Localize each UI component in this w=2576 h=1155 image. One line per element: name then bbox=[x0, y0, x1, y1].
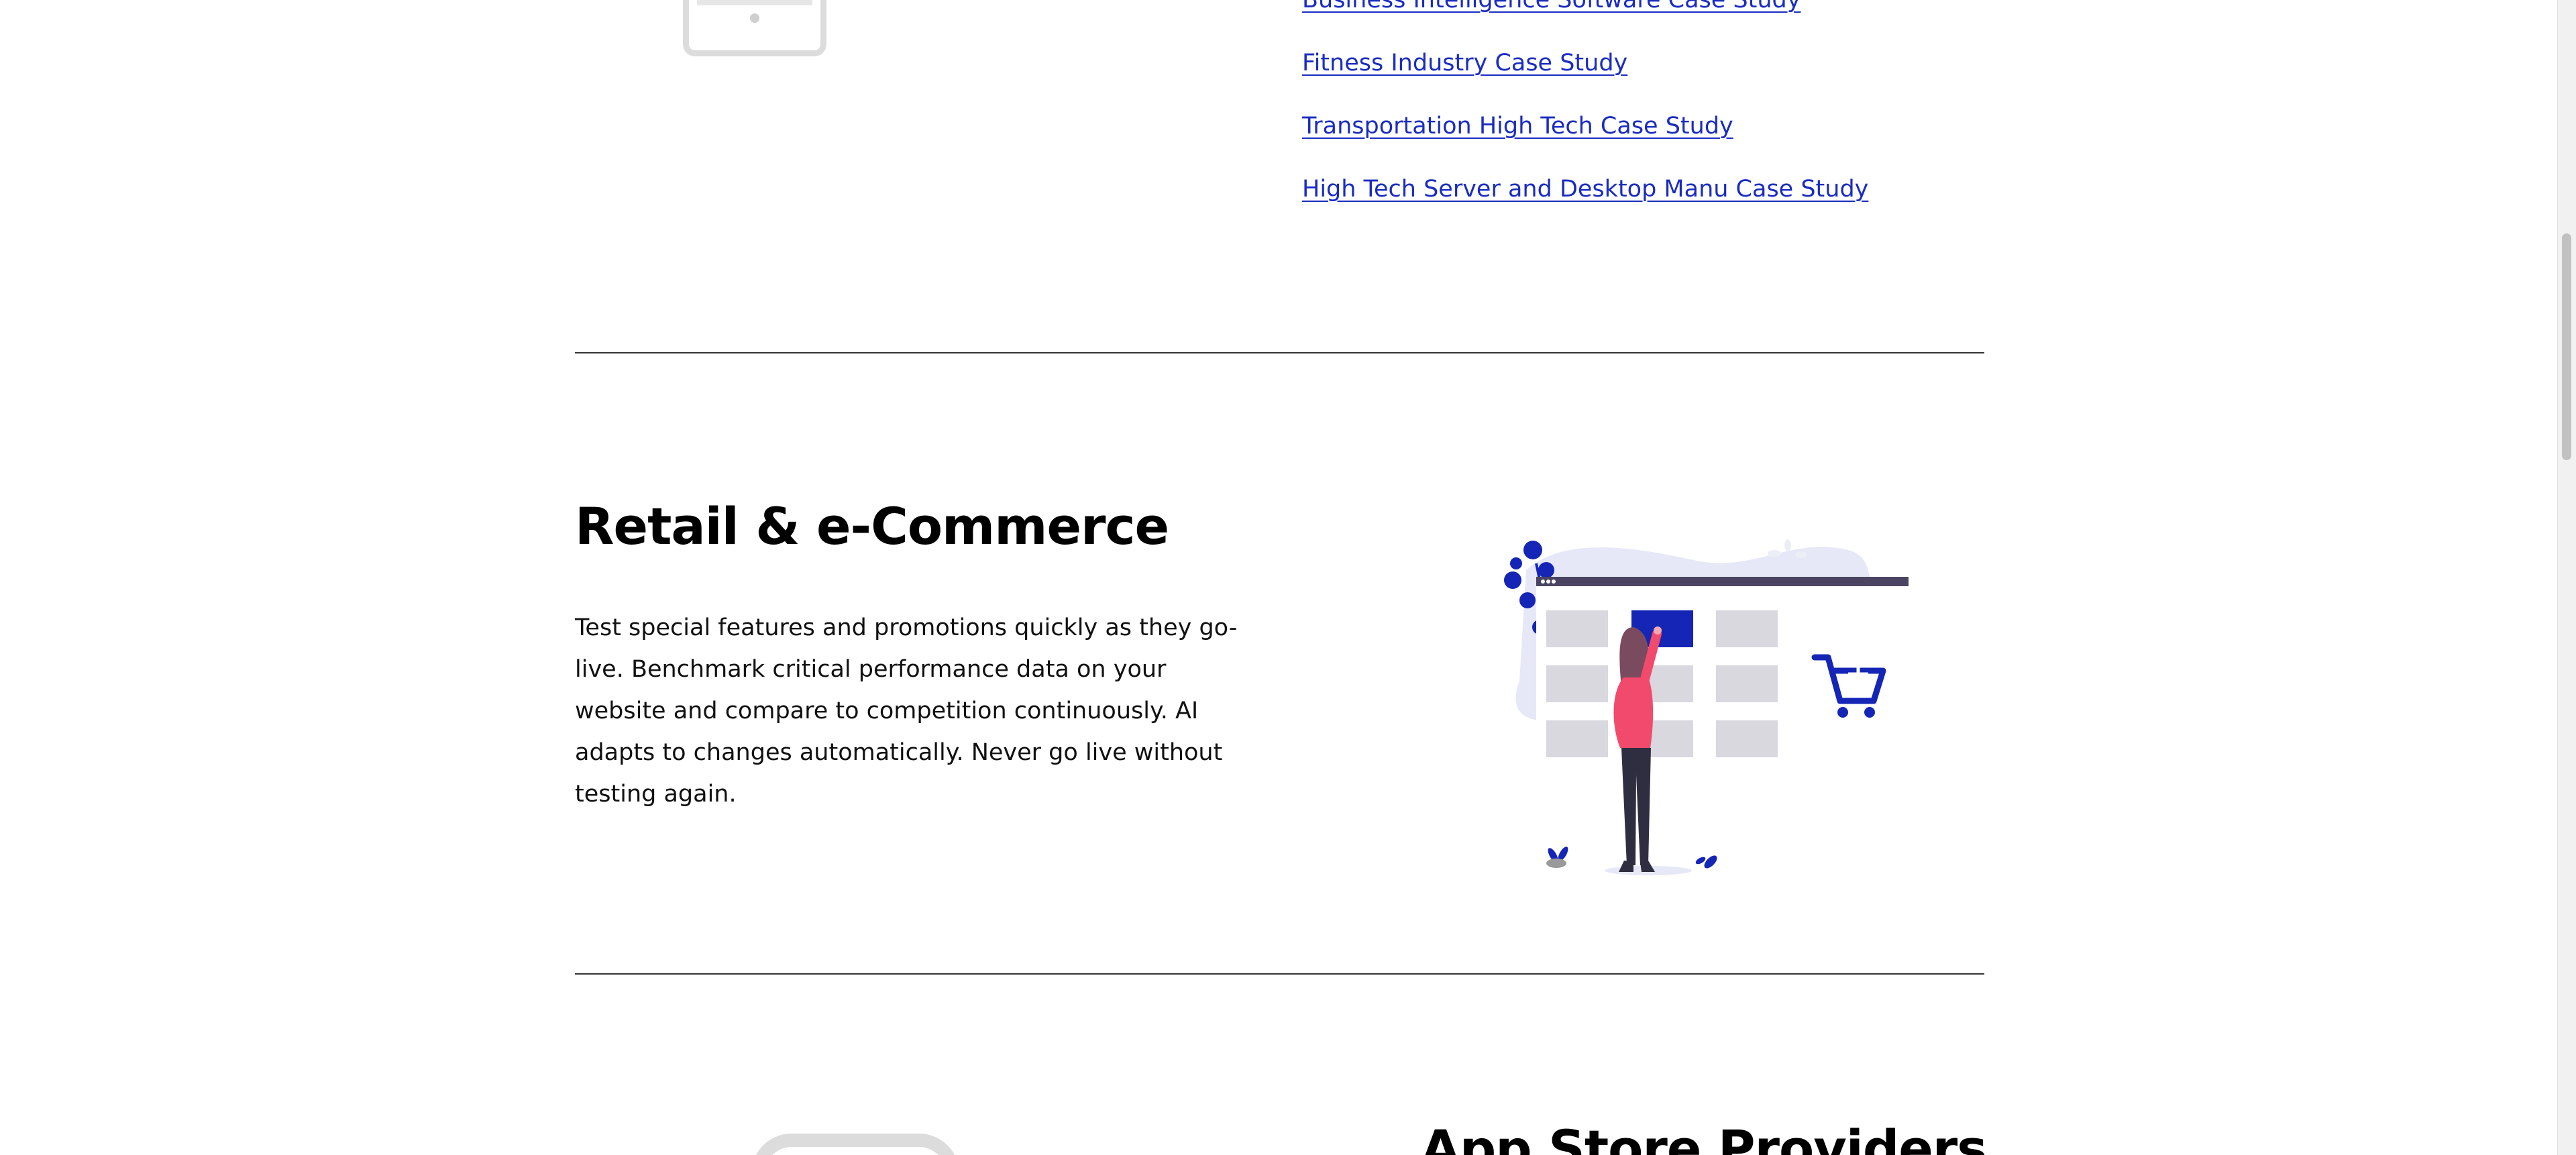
case-study-link-transportation[interactable]: Transportation High Tech Case Study bbox=[1302, 111, 1868, 141]
tablet-screen bbox=[697, 0, 812, 5]
case-study-link-fitness[interactable]: Fitness Industry Case Study bbox=[1302, 48, 1868, 78]
app-store-illustration bbox=[751, 1134, 959, 1155]
tablet-illustration bbox=[683, 0, 826, 56]
woman-shopping-illustration bbox=[1504, 539, 1909, 875]
next-section-title: App Store Providers bbox=[1421, 1119, 1987, 1155]
case-study-link-high-tech[interactable]: High Tech Server and Desktop Manu Case S… bbox=[1302, 174, 1868, 204]
section-divider bbox=[575, 352, 1984, 353]
tablet-home-button bbox=[750, 13, 759, 23]
section-divider bbox=[575, 973, 1984, 975]
page: Business Intelligence Software Case Stud… bbox=[0, 0, 2557, 1155]
scrollbar-thumb[interactable] bbox=[2562, 233, 2571, 460]
section-description: Test special features and promotions qui… bbox=[575, 614, 1238, 808]
vertical-scrollbar[interactable] bbox=[2557, 0, 2576, 1155]
section-title: Retail & e-Commerce bbox=[575, 496, 1169, 556]
case-study-links: Business Intelligence Software Case Stud… bbox=[1302, 0, 1868, 237]
case-study-link-bi[interactable]: Business Intelligence Software Case Stud… bbox=[1302, 0, 1868, 15]
